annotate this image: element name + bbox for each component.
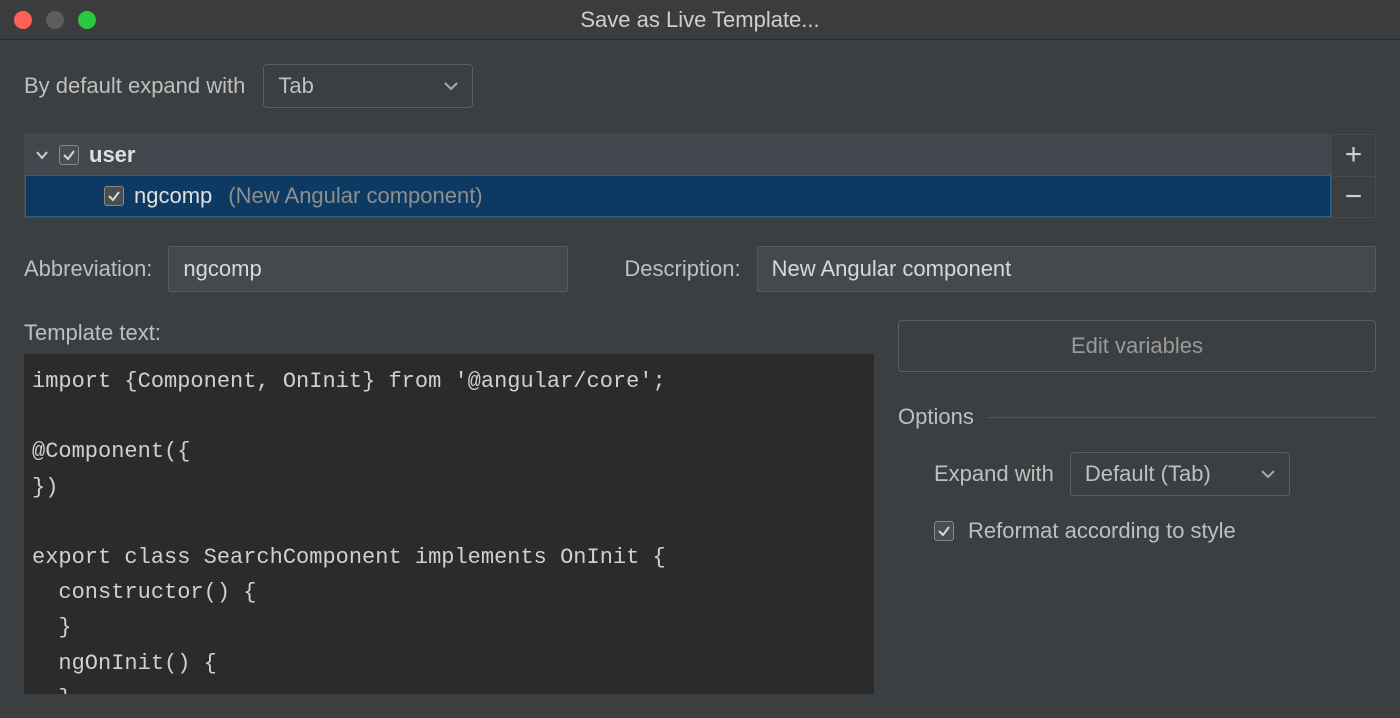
minimize-window-button[interactable] (46, 11, 64, 29)
chevron-down-icon (1261, 469, 1275, 479)
remove-template-button[interactable]: − (1332, 177, 1375, 218)
traffic-lights (14, 11, 96, 29)
options-header: Options (898, 404, 1376, 430)
template-text-editor[interactable]: import {Component, OnInit} from '@angula… (24, 354, 874, 694)
description-input[interactable] (757, 246, 1376, 292)
description-label: Description: (624, 256, 740, 282)
options-divider (988, 417, 1376, 418)
group-checkbox[interactable] (59, 145, 79, 165)
tree-item-name: ngcomp (134, 183, 212, 209)
add-template-button[interactable]: + (1332, 135, 1375, 177)
plus-icon: + (1345, 138, 1363, 172)
template-text-label: Template text: (24, 320, 874, 346)
abbreviation-input[interactable] (168, 246, 568, 292)
expand-with-label: Expand with (934, 461, 1054, 487)
default-expand-select[interactable]: Tab (263, 64, 473, 108)
tree-item-ngcomp[interactable]: ngcomp (New Angular component) (25, 175, 1331, 217)
tree-item-description: (New Angular component) (228, 183, 482, 209)
default-expand-row: By default expand with Tab (24, 64, 1376, 108)
reformat-label: Reformat according to style (968, 518, 1236, 544)
reformat-checkbox[interactable] (934, 521, 954, 541)
titlebar: Save as Live Template... (0, 0, 1400, 40)
item-checkbox[interactable] (104, 186, 124, 206)
tree-side-buttons: + − (1331, 135, 1375, 217)
abbrev-desc-row: Abbreviation: Description: (24, 246, 1376, 292)
edit-variables-label: Edit variables (1071, 333, 1203, 358)
expand-with-row: Expand with Default (Tab) (898, 452, 1376, 496)
tree-group-label: user (89, 142, 135, 168)
chevron-down-icon (444, 81, 458, 91)
window-title: Save as Live Template... (580, 7, 819, 33)
reformat-row: Reformat according to style (898, 518, 1376, 544)
edit-variables-button[interactable]: Edit variables (898, 320, 1376, 372)
abbreviation-label: Abbreviation: (24, 256, 152, 282)
chevron-down-icon (35, 148, 49, 162)
expand-with-value: Default (Tab) (1085, 461, 1211, 487)
close-window-button[interactable] (14, 11, 32, 29)
expand-with-select[interactable]: Default (Tab) (1070, 452, 1290, 496)
default-expand-value: Tab (278, 73, 313, 99)
template-tree: user ngcomp (New Angular component) + − (24, 134, 1376, 218)
minus-icon: − (1345, 180, 1363, 214)
zoom-window-button[interactable] (78, 11, 96, 29)
tree-group-user[interactable]: user (25, 135, 1331, 175)
options-title: Options (898, 404, 974, 430)
default-expand-label: By default expand with (24, 73, 245, 99)
